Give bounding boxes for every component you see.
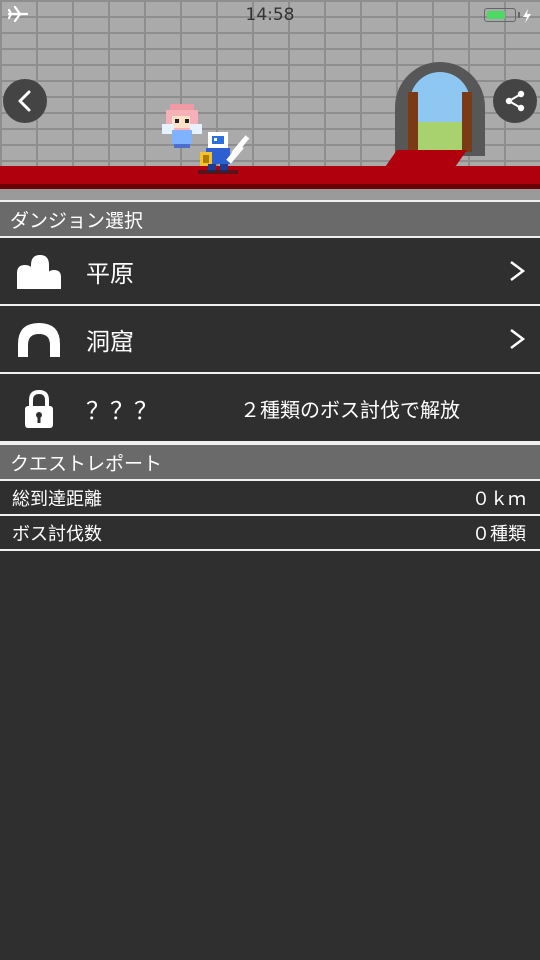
stat-row-distance: 総到達距離 ０ｋｍ [0, 481, 540, 516]
plains-icon [16, 250, 62, 294]
chevron-right-icon [508, 306, 526, 372]
dungeon-item-label: ？？？ [86, 396, 158, 425]
lock-icon [16, 387, 62, 431]
dungeon-section-header: ダンジョン選択 [0, 200, 540, 238]
stat-label: 総到達距離 [12, 488, 102, 510]
battery-icon [484, 8, 516, 22]
battery-tip [518, 12, 520, 18]
cave-icon [16, 318, 62, 362]
floor [0, 189, 540, 200]
dungeon-item-plains[interactable]: 平原 [0, 238, 540, 306]
battery-level [487, 11, 505, 19]
chevron-left-icon [18, 90, 31, 112]
back-button[interactable] [3, 79, 47, 123]
share-button[interactable] [493, 79, 537, 123]
charging-bolt-icon [522, 8, 532, 27]
castle-door-opening [410, 72, 470, 152]
door-grass [410, 122, 470, 152]
dungeon-section-title: ダンジョン選択 [10, 209, 144, 232]
chevron-right-icon [508, 238, 526, 304]
stat-value: ０種類 [472, 523, 526, 545]
dungeon-item-cave[interactable]: 洞窟 [0, 306, 540, 374]
dungeon-item-label: 洞窟 [86, 327, 134, 356]
stat-row-boss-count: ボス討伐数 ０種類 [0, 516, 540, 551]
door-panel-right [462, 92, 472, 152]
dungeon-item-label: 平原 [86, 259, 134, 288]
red-carpet [0, 166, 540, 184]
dungeon-item-locked: ？？？ ２種類のボス討伐で解放 [0, 375, 540, 443]
game-scene [0, 0, 540, 200]
status-time: 14:58 [245, 5, 295, 25]
stat-value: ０ｋｍ [472, 488, 526, 510]
knight-character [198, 132, 250, 174]
status-bar: 14:58 [0, 0, 540, 30]
stat-label: ボス討伐数 [12, 523, 102, 545]
report-section-title: クエストレポート [10, 452, 163, 475]
unlock-condition-text: ２種類のボス討伐で解放 [240, 397, 460, 422]
door-panel-left [408, 92, 418, 152]
share-icon [505, 90, 525, 112]
report-section-header: クエストレポート [0, 443, 540, 481]
